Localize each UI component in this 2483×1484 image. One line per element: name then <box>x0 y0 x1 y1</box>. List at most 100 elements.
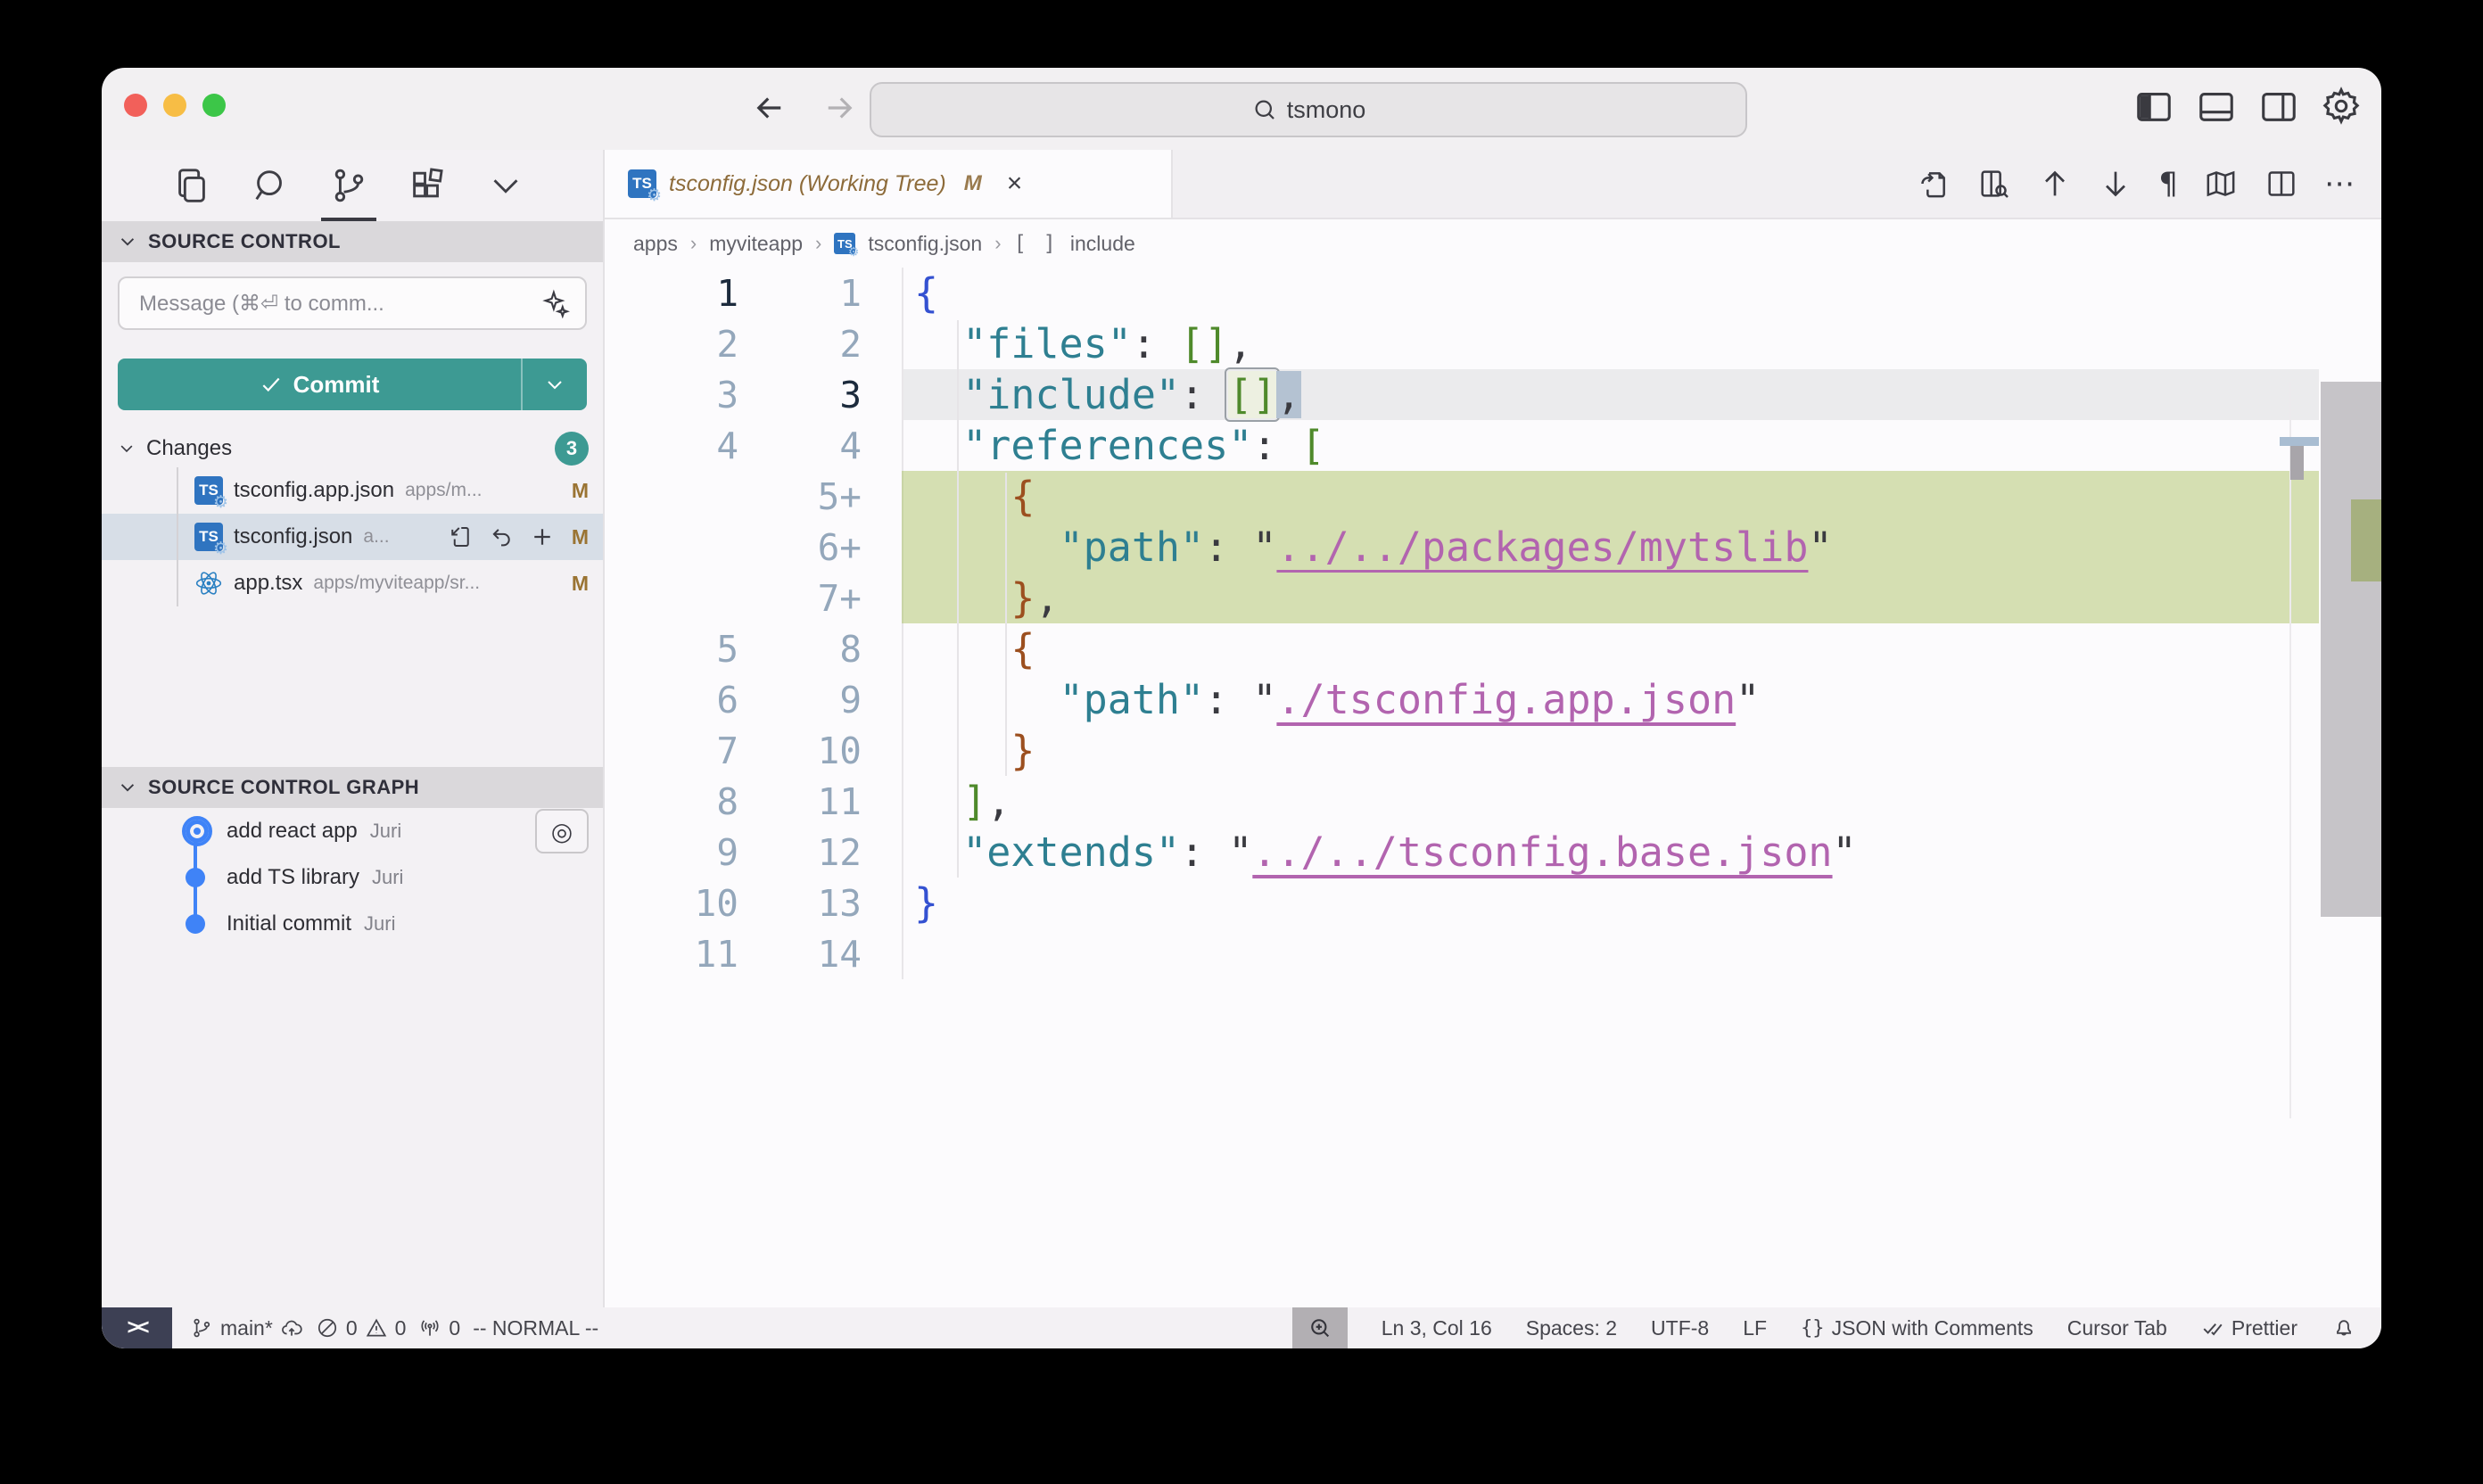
commit-row[interactable]: add react app Juri ◎ <box>102 808 603 854</box>
code-line[interactable]: 1114 <box>605 928 2381 979</box>
branch-status-item[interactable]: main* <box>190 1316 303 1340</box>
toggle-panel-icon[interactable] <box>2196 86 2237 127</box>
search-view-icon[interactable] <box>250 165 291 206</box>
git-branch-icon <box>190 1316 213 1340</box>
next-change-icon[interactable] <box>2098 166 2133 202</box>
new-line-number: 4 <box>738 425 862 467</box>
code-token: " <box>1252 524 1276 571</box>
forward-icon[interactable] <box>821 89 858 127</box>
more-views-chevron-icon[interactable] <box>485 165 526 206</box>
source-control-section-header[interactable]: SOURCE CONTROL <box>102 221 603 262</box>
inline-view-icon[interactable] <box>1976 166 2012 202</box>
commit-message-input[interactable]: Message (⌘⏎ to comm... <box>118 276 587 330</box>
open-changes-icon[interactable] <box>1916 166 1951 202</box>
minimize-window-button[interactable] <box>163 94 186 117</box>
code-line[interactable]: 22 "files": [], <box>605 318 2381 369</box>
breadcrumb-item[interactable]: myviteapp <box>709 232 803 256</box>
previous-change-icon[interactable] <box>2037 166 2073 202</box>
formatter-status-item[interactable]: Prettier <box>2201 1316 2297 1340</box>
goto-current-history-item-icon[interactable]: ◎ <box>535 809 589 853</box>
tab-tsconfig-working-tree[interactable]: TS⚙ tsconfig.json (Working Tree) M × <box>605 150 1173 218</box>
code-line[interactable]: 7+ }, <box>605 573 2381 623</box>
code-token <box>914 524 1060 571</box>
code-line-content: } <box>902 878 2319 928</box>
indentation-status-item[interactable]: Spaces: 2 <box>1526 1316 1617 1340</box>
command-center-search[interactable]: tsmono <box>870 82 1747 137</box>
old-line-number: 3 <box>605 374 738 416</box>
code-line[interactable]: 44 "references": [ <box>605 420 2381 471</box>
section-title: SOURCE CONTROL GRAPH <box>148 776 419 799</box>
zoom-in-icon <box>1307 1315 1332 1340</box>
open-file-icon[interactable] <box>447 524 474 550</box>
old-line-number: 4 <box>605 425 738 467</box>
code-line[interactable]: 33 "include": [], <box>605 369 2381 420</box>
code-editor[interactable]: 11{22 "files": [],33 "include": [],44 "r… <box>605 268 2381 1307</box>
code-token: } <box>914 879 938 927</box>
settings-gear-icon[interactable] <box>2321 86 2362 127</box>
toggle-primary-sidebar-icon[interactable] <box>2133 86 2174 127</box>
vim-mode-status-item[interactable]: -- NORMAL -- <box>473 1316 598 1340</box>
problems-status-item[interactable]: 0 0 <box>316 1316 407 1340</box>
search-value: tsmono <box>1287 96 1366 124</box>
eol-status-item[interactable]: LF <box>1743 1316 1767 1340</box>
code-line-content: "files": [], <box>902 318 2319 369</box>
breadcrumb-item[interactable]: tsconfig.json <box>868 232 982 256</box>
breadcrumb-item[interactable]: include <box>1070 232 1135 256</box>
stage-changes-icon[interactable] <box>529 524 556 550</box>
minimap-icon[interactable] <box>2203 166 2239 202</box>
commit-dot <box>186 868 205 887</box>
code-line[interactable]: 710 } <box>605 725 2381 776</box>
close-window-button[interactable] <box>124 94 147 117</box>
code-token: { <box>1011 473 1035 520</box>
zoom-window-button[interactable] <box>202 94 226 117</box>
code-token: ../../tsconfig.base.json <box>1252 829 1832 876</box>
commit-dropdown-button[interactable] <box>521 359 587 410</box>
commit-head-dot <box>186 820 209 843</box>
more-actions-icon[interactable]: ⋯ <box>2324 166 2355 202</box>
ports-status-item[interactable]: 0 <box>418 1316 460 1340</box>
old-line-number: 7 <box>605 730 738 772</box>
code-line[interactable]: 912 "extends": "../../tsconfig.base.json… <box>605 827 2381 878</box>
cursor-position-status-item[interactable]: Ln 3, Col 16 <box>1382 1316 1492 1340</box>
notifications-bell-icon[interactable] <box>2331 1315 2356 1340</box>
scrollbar-thumb[interactable] <box>2321 382 2381 917</box>
close-tab-icon[interactable]: × <box>1007 169 1023 199</box>
code-token <box>914 778 962 825</box>
cursor-tab-status-item[interactable]: Cursor Tab <box>2067 1316 2167 1340</box>
code-line-content: { <box>902 623 2319 674</box>
language-mode-status-item[interactable]: {} JSON with Comments <box>1801 1316 2033 1340</box>
remote-indicator[interactable]: >< <box>102 1307 172 1348</box>
code-line[interactable]: 6+ "path": "../../packages/mytslib" <box>605 522 2381 573</box>
split-editor-icon[interactable] <box>2264 166 2299 202</box>
back-icon[interactable] <box>751 89 788 127</box>
code-token <box>914 371 962 418</box>
breadcrumb-item[interactable]: apps <box>633 232 678 256</box>
commit-row[interactable]: Initial commit Juri <box>102 901 603 947</box>
encoding-status-item[interactable]: UTF-8 <box>1651 1316 1709 1340</box>
active-view-indicator <box>321 218 376 221</box>
code-line[interactable]: 69 "path": "./tsconfig.app.json" <box>605 674 2381 725</box>
indent-guide <box>957 320 959 878</box>
commit-row[interactable]: add TS library Juri <box>102 854 603 901</box>
file-path: a... <box>363 526 389 548</box>
code-line[interactable]: 1013} <box>605 878 2381 928</box>
sparkle-ai-icon[interactable] <box>540 288 571 318</box>
source-control-graph-header[interactable]: SOURCE CONTROL GRAPH <box>102 767 603 808</box>
code-token: [ <box>1300 422 1324 469</box>
warning-icon <box>365 1316 388 1340</box>
code-token: "references" <box>962 422 1252 469</box>
braces-icon: {} <box>1801 1317 1825 1340</box>
explorer-icon[interactable] <box>171 165 212 206</box>
source-control-view-icon[interactable] <box>328 165 369 206</box>
zoom-status-item[interactable] <box>1292 1307 1348 1348</box>
extensions-view-icon[interactable] <box>407 165 448 206</box>
toggle-secondary-sidebar-icon[interactable] <box>2258 86 2299 127</box>
code-line[interactable]: 811 ], <box>605 776 2381 827</box>
discard-changes-icon[interactable] <box>488 524 515 550</box>
code-line[interactable]: 11{ <box>605 268 2381 318</box>
render-whitespace-pilcrow-icon[interactable]: ¶ <box>2158 166 2178 202</box>
code-line[interactable]: 58 { <box>605 623 2381 674</box>
code-line[interactable]: 5+ { <box>605 471 2381 522</box>
changes-group-header[interactable]: Changes 3 <box>102 430 603 467</box>
commit-button[interactable]: Commit <box>118 359 587 410</box>
